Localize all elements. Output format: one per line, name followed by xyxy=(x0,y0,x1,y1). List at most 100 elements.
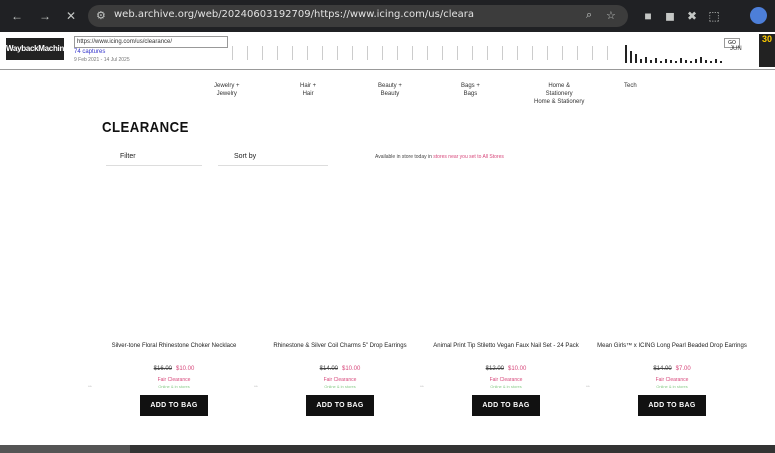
capture-bar xyxy=(650,60,652,63)
swatch-icon[interactable]: ▫▫ xyxy=(586,384,590,390)
year-badge[interactable]: 30 xyxy=(759,34,775,67)
timeline-tick xyxy=(562,46,563,60)
bookmark-star-icon[interactable]: ☆ xyxy=(606,9,616,22)
menu-label: Stationery xyxy=(545,91,573,97)
add-to-bag-button[interactable]: ADD TO BAG xyxy=(306,395,374,416)
product-name[interactable]: Mean Girls™ x ICING Long Pearl Beaded Dr… xyxy=(592,342,752,360)
timeline-tick xyxy=(442,46,443,60)
capture-bar xyxy=(690,61,692,63)
product-name[interactable]: Animal Print Tip Stiletto Vegan Faux Nai… xyxy=(426,342,586,360)
product-price: $16.00 $10.00 xyxy=(94,366,254,372)
capture-range: 9 Feb 2021 - 14 Jul 2025 xyxy=(74,57,130,63)
address-text[interactable]: web.archive.org/web/20240603192709/https… xyxy=(114,9,474,20)
back-icon[interactable]: ← xyxy=(10,9,24,23)
add-to-bag-button[interactable]: ADD TO BAG xyxy=(638,395,706,416)
menu-item-beauty[interactable]: Beauty + Beauty xyxy=(378,82,402,98)
product-card[interactable]: Animal Print Tip Stiletto Vegan Faux Nai… xyxy=(420,342,586,416)
pickup-store-link[interactable]: stores near you set to All Stores xyxy=(433,154,504,160)
menu-item-tech[interactable]: Tech xyxy=(624,82,637,90)
timeline-tick xyxy=(517,46,518,60)
product-card[interactable]: Silver-tone Floral Rhinestone Choker Nec… xyxy=(88,342,254,416)
capture-bar xyxy=(720,61,722,63)
product-name[interactable]: Silver-tone Floral Rhinestone Choker Nec… xyxy=(94,342,254,360)
add-to-bag-button[interactable]: ADD TO BAG xyxy=(472,395,540,416)
forward-icon[interactable]: → xyxy=(38,9,52,23)
timeline-ruler[interactable] xyxy=(232,37,622,63)
menu-item-jewelry[interactable]: Jewelry + Jewelry xyxy=(214,82,240,98)
menu-label: Hair xyxy=(302,91,314,97)
address-bar[interactable]: ⚙ web.archive.org/web/20240603192709/htt… xyxy=(88,5,628,27)
wayback-logo[interactable]: WaybackMachine xyxy=(6,38,69,60)
menu-label: Bags xyxy=(463,91,478,97)
timeline-tick xyxy=(397,46,398,60)
capture-bar xyxy=(715,59,717,63)
swatch-icon[interactable]: ▫▫ xyxy=(254,384,258,390)
capture-bar xyxy=(635,54,637,63)
timeline-tick xyxy=(337,46,338,60)
timeline-tick xyxy=(322,46,323,60)
product-price: $14.00 $10.00 xyxy=(260,366,420,372)
timeline-tick xyxy=(577,46,578,60)
availability-text: Online & in stores xyxy=(324,384,356,389)
product-card[interactable]: Mean Girls™ x ICING Long Pearl Beaded Dr… xyxy=(586,342,752,416)
menu-label: Jewelry + xyxy=(214,83,240,89)
sort-dropdown[interactable]: Sort by xyxy=(218,149,328,166)
capture-bar xyxy=(710,61,712,63)
timeline-tick xyxy=(382,46,383,60)
timeline-tick xyxy=(412,46,413,60)
page-title: CLEARANCE xyxy=(102,119,189,136)
extensions-puzzle-icon[interactable]: ⬚ xyxy=(706,8,722,24)
capture-bar xyxy=(645,57,647,63)
stop-icon[interactable]: ✕ xyxy=(64,9,78,23)
capture-bar xyxy=(680,58,682,63)
menu-item-hair[interactable]: Hair + Hair xyxy=(300,82,316,98)
month-label: JUN xyxy=(730,46,742,52)
sale-price: $10.00 xyxy=(508,366,527,372)
wayback-url-input[interactable]: https://www.icing.com/us/clearance/ xyxy=(74,36,228,48)
timeline-tick xyxy=(502,46,503,60)
swatch-icon[interactable]: ▫▫ xyxy=(88,384,92,390)
timeline-tick xyxy=(277,46,278,60)
extension-icon[interactable]: ■ xyxy=(640,8,656,24)
site-info-icon[interactable]: ⚙ xyxy=(96,9,106,22)
capture-sparkline[interactable] xyxy=(625,37,725,63)
timeline-tick xyxy=(367,46,368,60)
menu-label: Home & xyxy=(548,83,571,89)
product-card[interactable]: Rhinestone & Silver Coil Charms 5" Drop … xyxy=(254,342,420,416)
menu-label: Bags + xyxy=(461,83,480,89)
search-icon[interactable]: ⌕ xyxy=(586,9,592,22)
browser-toolbar: ← → ✕ ⚙ web.archive.org/web/202406031927… xyxy=(0,0,775,32)
profile-avatar[interactable] xyxy=(750,7,767,24)
menu-item-home-stationery[interactable]: Home & Stationery Home & Stationery xyxy=(534,82,584,106)
extension-icon[interactable]: ◼ xyxy=(662,8,678,24)
extension-icon[interactable]: ✖ xyxy=(684,8,700,24)
pickup-text: Available in store today in xyxy=(375,154,432,160)
menu-label: Beauty xyxy=(380,91,400,97)
add-to-bag-button[interactable]: ADD TO BAG xyxy=(140,395,208,416)
wayback-logo-text: WaybackMachine xyxy=(6,44,69,53)
timeline-tick xyxy=(487,46,488,60)
timeline-tick xyxy=(427,46,428,60)
original-price: $12.00 xyxy=(485,366,504,372)
timeline-tick xyxy=(352,46,353,60)
captures-link[interactable]: 74 captures xyxy=(74,49,105,55)
original-price: $14.00 xyxy=(653,366,672,372)
promo-label: Fair Clearance xyxy=(655,377,689,383)
swatch-icon[interactable]: ▫▫ xyxy=(420,384,424,390)
product-name[interactable]: Rhinestone & Silver Coil Charms 5" Drop … xyxy=(260,342,420,360)
menu-item-bags[interactable]: Bags + Bags xyxy=(461,82,480,98)
promo-label: Fair Clearance xyxy=(323,377,357,383)
taskbar-item[interactable] xyxy=(0,445,130,453)
product-price: $14.00 $7.00 xyxy=(592,366,752,372)
menu-label: Hair + xyxy=(300,83,317,89)
capture-bar xyxy=(665,59,667,63)
filter-button[interactable]: Filter xyxy=(106,149,202,166)
timeline-tick xyxy=(247,46,248,60)
store-pickup-filter[interactable]: Available in store today in stores near … xyxy=(375,154,504,160)
wayback-toolbar: WaybackMachine https://www.icing.com/us/… xyxy=(0,32,775,70)
original-price: $16.00 xyxy=(153,366,172,372)
timeline-tick xyxy=(262,46,263,60)
year-text: 30 xyxy=(761,34,772,44)
timeline-tick xyxy=(457,46,458,60)
capture-bar xyxy=(695,59,697,63)
